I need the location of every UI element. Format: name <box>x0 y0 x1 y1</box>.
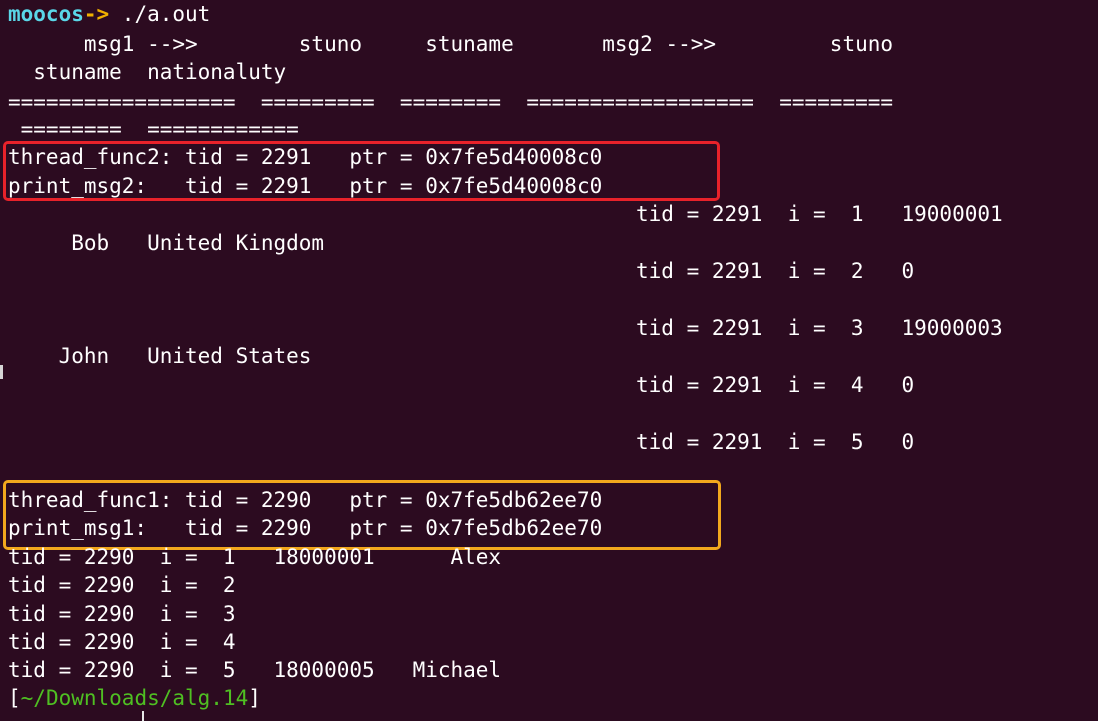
right-output-row: tid = 2291 i = 3 19000003 <box>636 316 1003 340</box>
prompt-arrow: -> <box>83 2 110 26</box>
bottom-output-row: tid = 2290 i = 3 <box>8 602 236 626</box>
bottom-output-row: tid = 2290 i = 2 <box>8 573 236 597</box>
prompt-user: moocos <box>8 2 84 26</box>
path-prompt-line: [~/Downloads/alg.14] <box>8 684 261 712</box>
text-cursor <box>142 711 144 721</box>
left-output-row: John United States <box>8 344 312 368</box>
command-prompt-line: moocos-> ./a.out <box>8 0 210 28</box>
path-open-bracket: [ <box>8 686 21 710</box>
thread2-highlight-box <box>3 141 720 201</box>
header-separator-2: ======== ============ <box>8 117 299 141</box>
right-output-row: tid = 2291 i = 2 0 <box>636 259 915 283</box>
thread1-highlight-box <box>3 480 721 550</box>
right-output-row: tid = 2291 i = 5 0 <box>636 430 915 454</box>
terminal-window[interactable]: moocos-> ./a.out msg1 -->> stuno stuname… <box>0 0 1098 721</box>
header-columns-line-2: stuname nationaluty <box>8 60 287 84</box>
path-close-bracket: ] <box>248 686 261 710</box>
right-output-row: tid = 2291 i = 4 0 <box>636 373 915 397</box>
right-output-row: tid = 2291 i = 1 19000001 <box>636 202 1003 226</box>
left-output-row: Bob United Kingdom <box>8 231 325 255</box>
bottom-output-row: tid = 2290 i = 4 <box>8 630 236 654</box>
header-columns-line-1: msg1 -->> stuno stuname msg2 -->> stuno <box>8 32 894 56</box>
command-text: ./a.out <box>109 2 211 26</box>
header-separator-1: ================== ========= ======== ==… <box>8 90 894 114</box>
bottom-output-row: tid = 2290 i = 5 18000005 Michael <box>8 658 502 682</box>
window-edge-marker <box>0 365 3 379</box>
current-path: ~/Downloads/alg.14 <box>20 686 249 710</box>
bottom-output-row: tid = 2290 i = 1 18000001 Alex <box>8 545 502 569</box>
